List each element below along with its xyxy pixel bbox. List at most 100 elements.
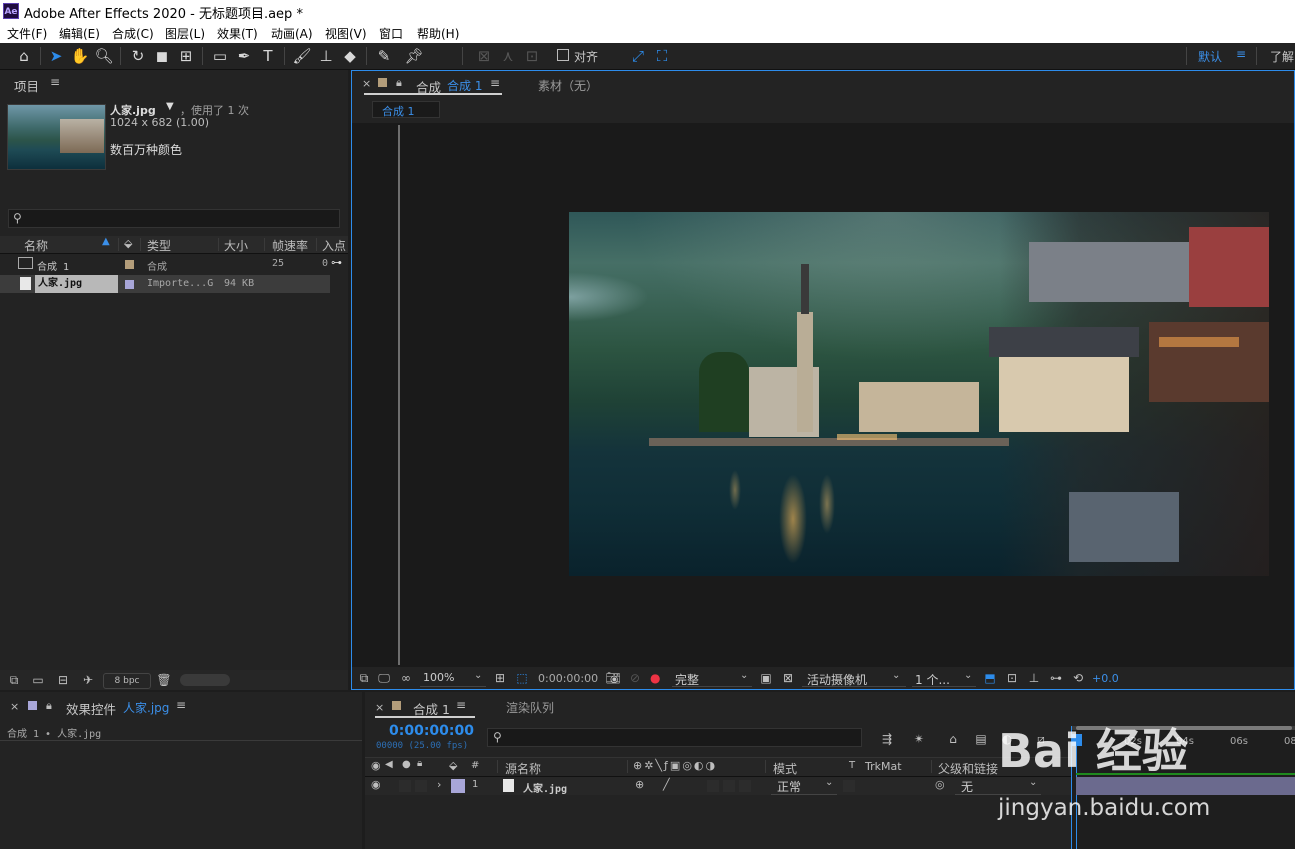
camera-tool-icon[interactable]: ◼ [152, 46, 172, 66]
panel-menu-icon[interactable]: ≡ [176, 698, 186, 712]
type-tool-icon[interactable]: T [258, 46, 278, 66]
project-settings-icon[interactable]: ✈ [80, 672, 96, 688]
new-folder-icon[interactable]: ▭ [30, 672, 46, 688]
reset-exposure-icon[interactable]: ⟲ [1070, 670, 1086, 686]
solo-icon[interactable]: ● [402, 759, 411, 770]
monitor-icon[interactable]: 🖵︎ [376, 670, 392, 686]
layer-label-swatch[interactable] [451, 779, 465, 793]
timeline-current-time[interactable]: 0:00:00:00 [389, 723, 474, 739]
menu-effect[interactable]: 效果(T) [217, 25, 258, 42]
project-row-comp[interactable]: 合成 1 合成 25 0 ⊶ [0, 255, 342, 273]
viewer-timecode[interactable]: 0:00:00:00 [538, 672, 598, 685]
comp-flowchart-icon[interactable]: ⊡ [1004, 670, 1020, 686]
lock-icon[interactable]: 🔒︎ [396, 76, 402, 90]
column-parent[interactable]: 父级和链接 [938, 760, 998, 777]
lock-icon[interactable]: 🔒︎ [417, 758, 422, 769]
label-color-swatch[interactable] [125, 280, 134, 289]
rotate-tool-icon[interactable]: ↻ [128, 46, 148, 66]
column-trkmat[interactable]: TrkMat [865, 760, 902, 773]
audio-icon[interactable]: ◀ [385, 759, 393, 770]
column-name[interactable]: 名称 [24, 237, 48, 254]
panel-menu-icon[interactable]: ≡ [50, 75, 60, 89]
frame-blending-icon[interactable]: ▤ [973, 731, 989, 747]
exposure-value[interactable]: +0.0 [1092, 672, 1119, 685]
zoom-tool-icon[interactable]: 🔍︎ [94, 46, 114, 66]
eye-icon[interactable]: ◉ [371, 759, 381, 772]
menu-help[interactable]: 帮助(H) [417, 25, 459, 42]
flowchart-icon[interactable]: ⊶ [331, 256, 342, 269]
menu-window[interactable]: 窗口 [379, 25, 403, 42]
render-queue-tab[interactable]: 渲染队列 [506, 699, 554, 716]
close-icon[interactable]: × [375, 701, 384, 714]
menu-file[interactable]: 文件(F) [7, 25, 47, 42]
asset-dropdown-icon[interactable]: ▼ [166, 101, 174, 112]
timeline-search-input[interactable]: ⚲ [487, 728, 862, 747]
clone-stamp-tool-icon[interactable]: ⊥ [316, 46, 336, 66]
selection-tool-icon[interactable]: ➤ [46, 46, 66, 66]
pick-whip-icon[interactable]: ◎ [935, 778, 945, 791]
column-fps[interactable]: 帧速率 [272, 237, 308, 254]
hand-tool-icon[interactable]: ✋ [70, 46, 90, 66]
expand-chevron-icon[interactable]: › [437, 778, 441, 791]
close-icon[interactable]: × [362, 77, 371, 90]
snap-edges-icon[interactable]: ⤢ [628, 46, 648, 66]
lock-icon[interactable]: 🔒︎ [46, 699, 52, 713]
workspace-default[interactable]: 默认 [1198, 48, 1222, 65]
menu-composition[interactable]: 合成(C) [112, 25, 154, 42]
timeline-icon[interactable]: ⊥ [1026, 670, 1042, 686]
footage-tab[interactable]: 素材（无） [538, 77, 598, 94]
thumbnail-size-slider[interactable] [180, 674, 230, 686]
eraser-tool-icon[interactable]: ◆ [340, 46, 360, 66]
comp-breadcrumb[interactable]: 合成 1 [372, 101, 440, 118]
mask-visibility-icon[interactable]: ∞ [398, 670, 414, 686]
new-composition-icon[interactable]: ⊟ [55, 672, 71, 688]
pan-behind-tool-icon[interactable]: ⊞ [176, 46, 196, 66]
panel-menu-icon[interactable]: ≡ [456, 698, 466, 712]
comp-tab-name[interactable]: 合成 1 [447, 77, 482, 94]
fast-previews-icon[interactable]: ▣ [758, 670, 774, 686]
effects-layer-name[interactable]: 人家.jpg [123, 699, 169, 716]
menu-view[interactable]: 视图(V) [325, 25, 367, 42]
channel-rgb-icon[interactable]: ● [650, 671, 660, 685]
project-search-input[interactable]: ⚲ [8, 209, 340, 228]
toggle-pixel-aspect-icon[interactable]: ⬒ [982, 670, 998, 686]
column-type[interactable]: 类型 [147, 237, 171, 254]
show-snapshot-icon[interactable]: ⊘ [627, 670, 643, 686]
resolution-dropdown[interactable]: 完整 ⌄ [672, 670, 752, 687]
layer-visibility-icon[interactable]: ◉ [371, 778, 381, 791]
project-row-image[interactable]: 人家.jpg Importe...G 94 KB [0, 275, 330, 293]
grid-guides-icon[interactable]: ⊞ [492, 670, 508, 686]
rectangle-tool-icon[interactable]: ▭ [210, 46, 230, 66]
transparency-grid-icon[interactable]: ⊠ [780, 670, 796, 686]
draft-3d-icon[interactable]: ✴ [911, 731, 927, 747]
shy-switch-icon[interactable]: ⊕ [635, 778, 644, 791]
column-mode[interactable]: 模式 [773, 760, 797, 777]
snap-features-icon[interactable]: ⛶ [652, 46, 672, 66]
workspace-learn[interactable]: 了解 [1270, 48, 1294, 65]
always-preview-icon[interactable]: ⧉ [356, 670, 372, 686]
brush-tool-icon[interactable]: 🖌︎ [292, 46, 312, 66]
shy-layers-icon[interactable]: ⌂ [945, 731, 961, 747]
layer-name[interactable]: 人家.jpg [523, 780, 567, 795]
comp-viewport[interactable] [352, 123, 1294, 667]
layer-row[interactable]: ◉ › 1 人家.jpg ⊕ ╱ 正常 ⌄ ◎ 无 ⌄ [365, 777, 1073, 795]
close-icon[interactable]: × [10, 700, 19, 713]
blend-mode-dropdown[interactable]: 正常 ⌄ [771, 777, 837, 795]
flowchart-icon[interactable]: ⊶ [1048, 670, 1064, 686]
pen-tool-icon[interactable]: ✒ [234, 46, 254, 66]
label-color-swatch[interactable] [125, 260, 134, 269]
camera-view-dropdown[interactable]: 活动摄像机 ⌄ [802, 670, 906, 687]
column-in-point[interactable]: 入点 [322, 237, 346, 254]
puppet-pin-tool-icon[interactable]: 📌︎ [404, 46, 424, 66]
menu-layer[interactable]: 图层(L) [165, 25, 205, 42]
snapshot-camera-icon[interactable]: 📷︎ [605, 670, 621, 686]
column-size[interactable]: 大小 [224, 237, 248, 254]
menu-edit[interactable]: 编辑(E) [59, 25, 100, 42]
roto-brush-tool-icon[interactable]: ✎ [374, 46, 394, 66]
view-layout-dropdown[interactable]: 1 个... ⌄ [912, 670, 976, 687]
panel-menu-icon[interactable]: ≡ [490, 76, 500, 90]
region-of-interest-icon[interactable]: ⬚ [514, 670, 530, 686]
workspace-menu-icon[interactable]: ≡ [1236, 47, 1246, 61]
home-icon[interactable]: ⌂ [14, 46, 34, 66]
sort-ascending-icon[interactable]: ▲ [102, 236, 110, 247]
